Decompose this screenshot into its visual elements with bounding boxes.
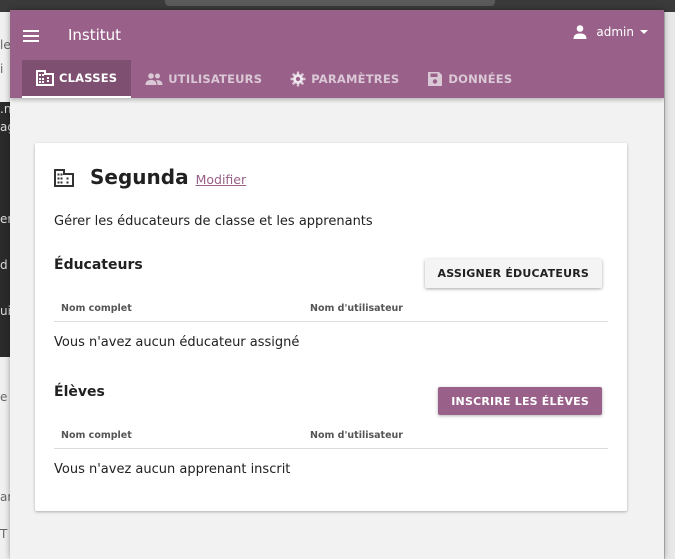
tab-users[interactable]: UTILISATEURS <box>131 60 276 98</box>
class-card: Segunda Modifier Gérer les éducateurs de… <box>35 143 627 511</box>
background-window-left: le .n ag er d ui i e ar T <box>0 12 15 559</box>
background-address-bar <box>165 0 495 6</box>
background-text: i <box>0 62 4 76</box>
save-icon <box>428 72 443 86</box>
background-text: d <box>0 258 8 272</box>
hamburger-menu-icon[interactable] <box>23 28 43 44</box>
background-dark-panel: .n ag er d ui <box>0 102 15 357</box>
user-name: admin <box>596 25 634 39</box>
tab-label: CLASSES <box>59 71 118 85</box>
building-icon <box>36 70 54 86</box>
learners-heading: Élèves <box>54 384 105 400</box>
class-header: Segunda Modifier <box>54 165 246 189</box>
tab-data[interactable]: DONNÉES <box>413 60 526 98</box>
column-full-name: Nom complet <box>61 303 132 314</box>
assign-coaches-button[interactable]: ASSIGNER ÉDUCATEURS <box>424 259 602 288</box>
background-text: e <box>0 390 8 404</box>
coaches-table-header: Nom complet Nom d'utilisateur <box>54 296 608 322</box>
learners-empty-message: Vous n'avez aucun apprenant inscrit <box>54 462 291 477</box>
app-title: Institut <box>68 26 122 44</box>
app-bar: Institut admin CLASSES UTILISATEURS PARA… <box>10 10 664 98</box>
class-description: Gérer les éducateurs de classe et les ap… <box>54 214 373 229</box>
chevron-down-icon <box>640 30 648 34</box>
tab-settings[interactable]: PARAMÈTRES <box>276 60 413 98</box>
column-username: Nom d'utilisateur <box>310 430 403 441</box>
app-window: Institut admin CLASSES UTILISATEURS PARA… <box>10 10 664 559</box>
gear-icon <box>290 71 306 87</box>
nav-tabs: CLASSES UTILISATEURS PARAMÈTRES DONNÉES <box>22 60 526 98</box>
tab-label: PARAMÈTRES <box>311 72 400 86</box>
column-username: Nom d'utilisateur <box>310 303 403 314</box>
people-icon <box>145 73 163 85</box>
tab-classes[interactable]: CLASSES <box>22 60 132 98</box>
learners-table-header: Nom complet Nom d'utilisateur <box>54 423 608 449</box>
tab-label: UTILISATEURS <box>168 72 263 86</box>
coaches-heading: Éducateurs <box>54 257 143 273</box>
scrollbar[interactable] <box>664 12 675 559</box>
background-text: T <box>0 527 8 541</box>
edit-class-link[interactable]: Modifier <box>196 172 247 187</box>
user-menu[interactable]: admin <box>572 24 648 40</box>
column-full-name: Nom complet <box>61 430 132 441</box>
building-icon <box>54 169 74 191</box>
class-title: Segunda <box>90 165 189 189</box>
coaches-empty-message: Vous n'avez aucun éducateur assigné <box>54 335 300 350</box>
enroll-learners-button[interactable]: INSCRIRE LES ÉLÈVES <box>438 387 602 415</box>
person-icon <box>572 24 588 40</box>
tab-label: DONNÉES <box>448 72 513 86</box>
